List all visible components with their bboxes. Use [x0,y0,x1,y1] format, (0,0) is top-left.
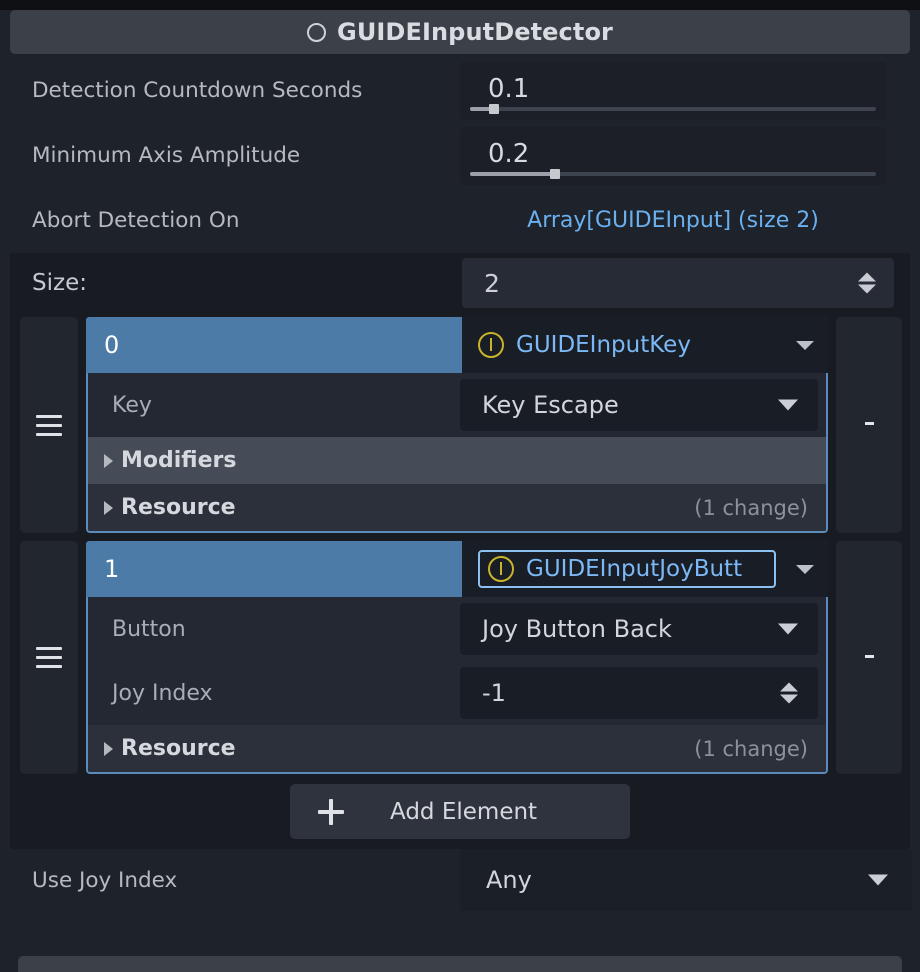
resource-type-name: GUIDEInputKey [516,332,691,358]
use-joy-index-value: Any [486,866,532,894]
array-editor: Size: 2 0 GUIDEInputKey Key Key Escape M… [10,253,910,849]
fold-row-modifiers[interactable]: Modifiers [88,437,826,484]
subproperty-row-key: Key Key Escape [88,373,826,437]
button-enum-value: Joy Button Back [482,615,672,643]
property-label: Minimum Axis Amplitude [32,143,301,168]
array-element-0: 0 GUIDEInputKey Key Key Escape Modifiers… [10,313,910,537]
subproperty-label: Button [112,616,186,642]
chevron-down-icon[interactable] [778,623,798,635]
fold-note: (1 change) [694,495,808,520]
array-element-index: 1 [104,555,120,583]
chevron-down-icon[interactable] [868,874,888,886]
drag-handle-lines [36,414,62,436]
number-value: 0.2 [488,138,530,169]
array-size-label: Size: [32,270,87,296]
property-label: Detection Countdown Seconds [32,78,363,103]
property-row-detection-countdown-seconds: Detection Countdown Seconds 0.1 [8,58,912,123]
array-size-row: Size: 2 [10,253,910,313]
button-enum-dropdown[interactable]: Joy Button Back [460,603,818,655]
slider-handle[interactable] [550,168,561,179]
resource-type-name: GUIDEInputJoyButt [526,556,743,582]
property-value: 0.2 [460,123,912,188]
resource-type-selector[interactable]: GUIDEInputJoyButt [462,541,828,597]
fold-row-resource[interactable]: Resource (1 change) [88,725,826,772]
slider-fill [470,171,556,176]
delete-element-button[interactable] [836,541,902,774]
joy-index-stepper[interactable]: -1 [460,667,818,719]
subproperty-row-joy-index: Joy Index -1 [88,661,826,725]
chevron-down-icon[interactable] [796,340,814,350]
array-element-index: 0 [104,331,120,359]
chevron-down-icon[interactable] [778,399,798,411]
array-element-body: 0 GUIDEInputKey Key Key Escape Modifiers… [86,317,828,533]
delete-element-button[interactable] [836,317,902,533]
array-type-link[interactable]: Array[GUIDEInput] (size 2) [460,188,912,253]
node-circle-icon [307,22,327,42]
use-joy-index-dropdown[interactable]: Any [460,849,912,911]
number-value: 0.1 [488,73,530,104]
property-row-use-joy-index: Use Joy Index Any [8,849,912,911]
chevron-right-icon[interactable] [104,453,113,468]
property-value: Array[GUIDEInput] (size 2) [460,188,912,253]
fold-row-resource[interactable]: Resource (1 change) [88,484,826,531]
subproperty-label: Key [112,392,152,418]
warning-circle-icon [488,556,514,582]
chevron-right-icon[interactable] [104,741,113,756]
slider-handle[interactable] [489,103,500,114]
array-element-subproperties: Key Key Escape Modifiers Resource (1 cha… [86,373,828,533]
array-element-header: 1 GUIDEInputJoyButt [86,541,828,597]
page-title: GUIDEInputDetector [337,18,613,46]
fold-label: Resource [121,495,236,520]
fold-note: (1 change) [694,736,808,761]
fold-label: Modifiers [121,448,237,473]
next-section-header-stub [18,956,902,972]
joy-index-value: -1 [482,679,506,707]
resource-header[interactable]: GUIDEInputDetector [10,10,910,54]
array-size-value: 2 [484,268,500,298]
property-value: 0.1 [460,58,912,123]
fold-label: Resource [121,736,236,761]
chevron-down-icon[interactable] [780,694,798,704]
chevron-up-icon[interactable] [858,272,876,282]
chevron-up-icon[interactable] [780,682,798,692]
array-element-header: 0 GUIDEInputKey [86,317,828,373]
array-element-1: 1 GUIDEInputJoyButt Button Joy Button Ba… [10,537,910,778]
add-element-label: Add Element [390,798,538,825]
add-element-row: Add Element [10,778,910,849]
property-value: Any [460,849,912,911]
resource-type-inner: GUIDEInputKey [478,332,776,358]
stepper-arrows-icon[interactable] [858,272,876,294]
number-input-detection-countdown-seconds[interactable]: 0.1 [460,61,886,120]
add-element-button[interactable]: Add Element [290,784,630,839]
inspector-panel: GUIDEInputDetector Detection Countdown S… [0,10,920,972]
property-row-abort-detection-on: Abort Detection On Array[GUIDEInput] (si… [8,188,912,253]
drag-handle-icon[interactable] [20,317,78,533]
number-input-minimum-axis-amplitude[interactable]: 0.2 [460,126,886,185]
subproperty-label: Joy Index [112,680,213,706]
property-label: Abort Detection On [32,208,240,233]
array-element-body: 1 GUIDEInputJoyButt Button Joy Button Ba… [86,541,828,774]
resource-type-inner: GUIDEInputJoyButt [478,550,776,588]
chevron-right-icon[interactable] [104,500,113,515]
key-enum-dropdown[interactable]: Key Escape [460,379,818,431]
drag-handle-icon[interactable] [20,541,78,774]
drag-handle-lines [36,647,62,668]
plus-icon [318,798,344,825]
key-enum-value: Key Escape [482,391,619,419]
property-row-minimum-axis-amplitude: Minimum Axis Amplitude 0.2 [8,123,912,188]
array-size-input[interactable]: 2 [462,258,894,308]
chevron-down-icon[interactable] [858,284,876,294]
array-element-subproperties: Button Joy Button Back Joy Index -1 Reso… [86,597,828,774]
chevron-down-icon[interactable] [796,564,814,574]
property-label: Use Joy Index [32,867,178,893]
resource-type-selector[interactable]: GUIDEInputKey [462,317,828,373]
stepper-arrows-icon[interactable] [780,682,798,704]
subproperty-row-button: Button Joy Button Back [88,597,826,661]
slider-track-0[interactable] [470,103,876,114]
warning-circle-icon [478,332,504,358]
slider-track-1[interactable] [470,168,876,179]
